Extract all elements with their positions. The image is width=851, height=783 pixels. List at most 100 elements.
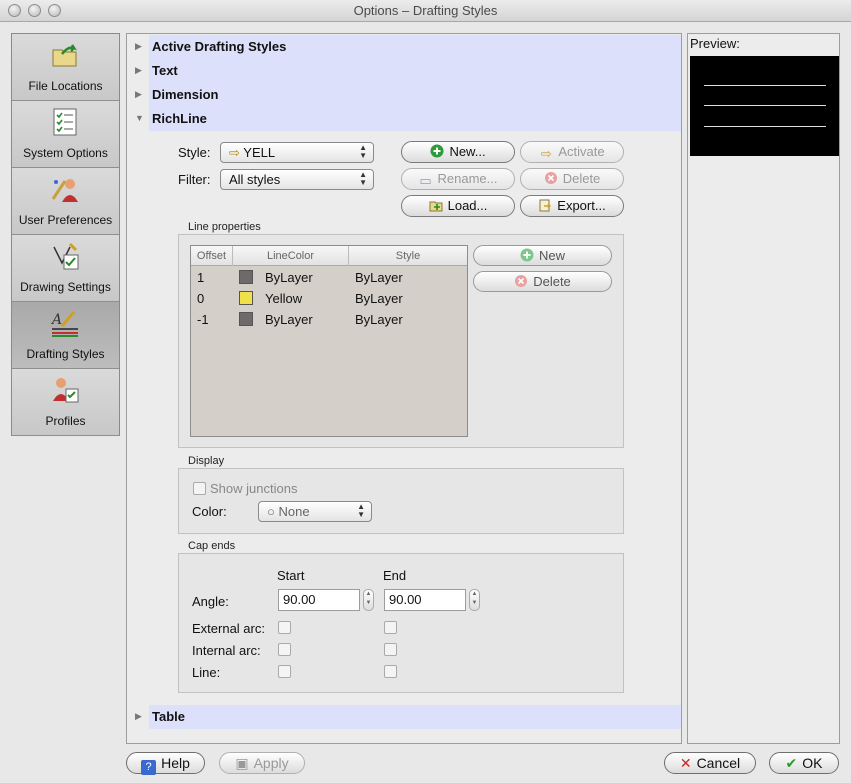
end-header: End (383, 568, 407, 583)
profiles-icon (53, 378, 79, 403)
internal-arc-end-checkbox[interactable] (384, 643, 397, 656)
expand-triangle-icon[interactable]: ▶ (135, 41, 142, 52)
load-button[interactable]: Load... (401, 195, 515, 217)
export-button[interactable]: Export... (520, 195, 624, 217)
table-header: Offset LineColor Style (191, 246, 467, 266)
preview-label: Preview: (690, 36, 740, 51)
delete-line-button[interactable]: Delete (473, 271, 612, 292)
table-row[interactable]: -1 ByLayer ByLayer (191, 309, 467, 330)
preview-line (704, 126, 826, 127)
filter-select[interactable]: All styles ▲ ▼ (220, 169, 374, 190)
checklist-icon (53, 108, 77, 136)
external-arc-end-checkbox[interactable] (384, 621, 397, 634)
column-header-linecolor[interactable]: LineColor (233, 246, 349, 266)
color-swatch (239, 312, 253, 326)
arrow-right-icon: ⇨ (540, 146, 552, 161)
angle-end-stepper[interactable]: ▲ ▼ (469, 589, 480, 611)
filter-label: Filter: (178, 172, 211, 187)
line-end-checkbox[interactable] (384, 665, 397, 678)
folder-arrow-icon (52, 44, 78, 67)
sidebar-item-label: Drafting Styles (26, 347, 105, 361)
collapse-triangle-icon[interactable]: ▼ (135, 113, 144, 123)
options-sidebar: File Locations System Options User Prefe… (11, 33, 120, 436)
section-richline[interactable]: RichLine (149, 107, 681, 131)
section-text[interactable]: Text (149, 59, 681, 83)
sidebar-item-user-preferences[interactable]: User Preferences (12, 168, 119, 235)
color-label: Color: (192, 504, 227, 519)
cap-ends-title: Cap ends (188, 540, 236, 552)
help-icon: ? (141, 760, 157, 775)
load-folder-icon (429, 201, 443, 212)
title-bar: Options – Drafting Styles (0, 0, 851, 22)
sidebar-item-label: Profiles (45, 414, 86, 428)
window-title: Options – Drafting Styles (353, 3, 498, 18)
minimize-window-button[interactable] (28, 4, 41, 17)
select-arrows-icon: ▲ ▼ (357, 502, 365, 519)
show-junctions-label: Show junctions (210, 481, 298, 496)
column-header-style[interactable]: Style (349, 246, 467, 266)
section-active-drafting-styles[interactable]: Active Drafting Styles (149, 35, 681, 59)
new-style-button[interactable]: New... (401, 141, 515, 163)
line-properties-table[interactable]: Offset LineColor Style 1 ByLayer ByLayer… (190, 245, 468, 437)
display-title: Display (188, 455, 225, 467)
plus-icon (430, 144, 444, 158)
cancel-button[interactable]: ✕ Cancel (664, 752, 756, 774)
color-select[interactable]: ○ None ▲ ▼ (258, 501, 372, 522)
color-swatch (239, 291, 253, 305)
close-window-button[interactable] (8, 4, 21, 17)
sidebar-item-profiles[interactable]: Profiles (12, 369, 119, 436)
apply-button[interactable]: ▣ Apply (219, 752, 305, 774)
preview-canvas (690, 56, 839, 156)
select-arrows-icon: ▲ ▼ (359, 170, 367, 187)
new-line-button[interactable]: New (473, 245, 612, 266)
start-header: Start (277, 568, 305, 583)
checkmark-icon: ✔ (785, 755, 798, 771)
table-row[interactable]: 0 Yellow ByLayer (191, 288, 467, 309)
options-panel: ▶ Active Drafting Styles ▶ Text ▶ Dimens… (126, 33, 682, 744)
style-select[interactable]: ⇨ YELL ▲ ▼ (220, 142, 374, 163)
expand-triangle-icon[interactable]: ▶ (135, 711, 142, 722)
svg-text:A: A (50, 312, 62, 328)
internal-arc-label: Internal arc: (192, 643, 261, 658)
delete-icon (515, 275, 528, 287)
sidebar-item-drafting-styles[interactable]: A Drafting Styles (12, 302, 119, 369)
display-group (178, 468, 624, 534)
delete-style-button[interactable]: Delete (520, 168, 624, 190)
line-start-checkbox[interactable] (278, 665, 291, 678)
apply-icon: ▣ (235, 755, 249, 771)
sidebar-item-label: Drawing Settings (20, 280, 111, 294)
section-dimension[interactable]: Dimension (149, 83, 681, 107)
line-properties-title: Line properties (188, 221, 261, 233)
sidebar-item-drawing-settings[interactable]: Drawing Settings (12, 235, 119, 302)
zoom-window-button[interactable] (48, 4, 61, 17)
angle-end-input[interactable]: 90.00 (384, 589, 466, 611)
preview-panel: Preview: (687, 33, 840, 744)
angle-start-stepper[interactable]: ▲ ▼ (363, 589, 374, 611)
help-button[interactable]: ? Help (126, 752, 205, 775)
ok-button[interactable]: ✔ OK (769, 752, 839, 774)
plus-icon (520, 248, 534, 262)
internal-arc-start-checkbox[interactable] (278, 643, 291, 656)
activate-button[interactable]: ⇨ Activate (520, 141, 624, 163)
style-value: YELL (243, 145, 276, 160)
sidebar-item-system-options[interactable]: System Options (12, 101, 119, 168)
external-arc-start-checkbox[interactable] (278, 621, 291, 634)
expand-triangle-icon[interactable]: ▶ (135, 89, 142, 100)
user-preferences-icon (51, 179, 78, 202)
external-arc-label: External arc: (192, 621, 265, 636)
drafting-styles-icon: A (50, 311, 78, 337)
drawing-settings-icon (53, 242, 79, 270)
section-table[interactable]: Table (149, 705, 681, 729)
rename-icon: ▭ (419, 173, 432, 188)
preview-line (704, 105, 826, 106)
angle-start-input[interactable]: 90.00 (278, 589, 360, 611)
show-junctions-checkbox[interactable] (193, 482, 206, 495)
expand-triangle-icon[interactable]: ▶ (135, 65, 142, 76)
export-icon (539, 199, 552, 212)
sidebar-item-file-locations[interactable]: File Locations (12, 34, 119, 101)
column-header-offset[interactable]: Offset (191, 246, 233, 266)
rename-button[interactable]: ▭ Rename... (401, 168, 515, 190)
circle-icon: ○ (267, 504, 279, 519)
table-row[interactable]: 1 ByLayer ByLayer (191, 267, 467, 288)
color-swatch (239, 270, 253, 284)
